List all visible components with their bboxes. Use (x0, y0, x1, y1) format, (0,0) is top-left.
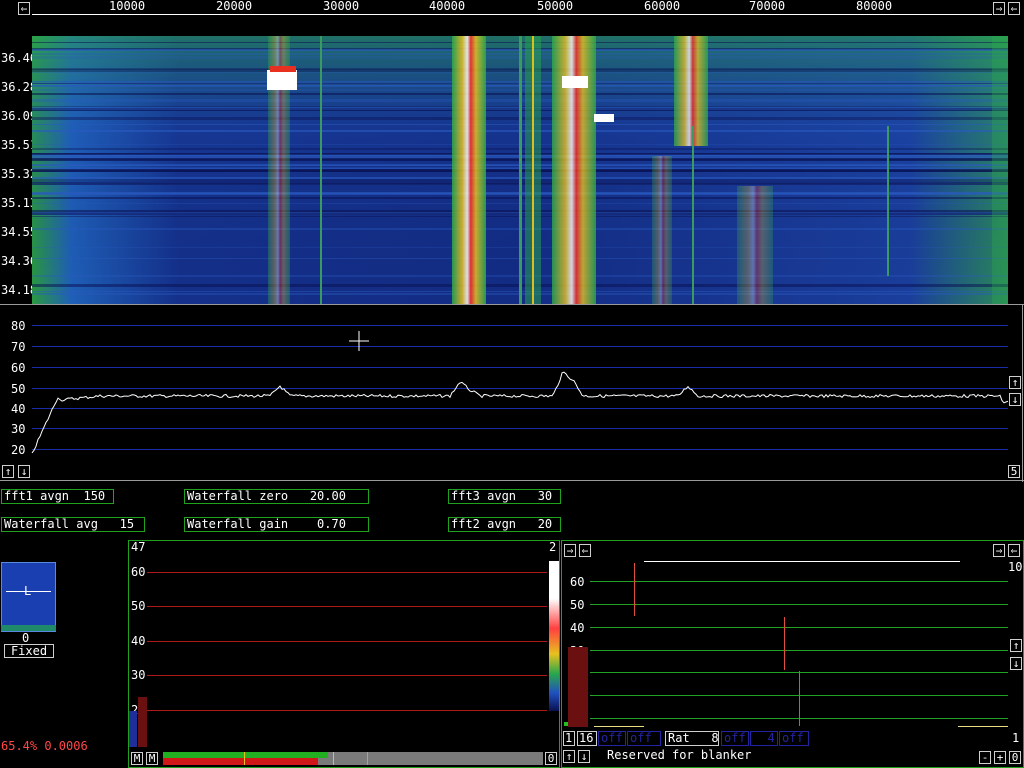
waterfall-avg-field[interactable]: Waterfall avg 15 (1, 517, 145, 532)
freq-tick: 20000 (216, 0, 253, 13)
baseband-level-bar-blue (129, 711, 137, 747)
s-meter-letter: L (24, 584, 32, 598)
hires-y-tick: 60 (570, 575, 585, 589)
hires-cell-rat[interactable]: Rat 8 (665, 731, 719, 746)
hires-cell-1[interactable]: 1 (563, 731, 575, 746)
spectrum-left-up-button[interactable]: ↑ (2, 465, 14, 478)
hires-zero-button[interactable]: 0 (1009, 751, 1021, 764)
spectrum-right-value[interactable]: 5 (1008, 465, 1020, 478)
spectrum-left-down-button[interactable]: ↓ (18, 465, 30, 478)
baseband-y-tick: 40 (131, 634, 146, 648)
frequency-axis: 10000 20000 30000 40000 50000 60000 7000… (32, 0, 992, 16)
scroll-right-button[interactable]: ⇒ (993, 2, 1005, 15)
fft2-avgn-field[interactable]: fft2 avgn 20 (448, 517, 561, 532)
freq-tick: 50000 (537, 0, 574, 13)
waterfall-time-labels: 36.46 36.28 36.09 35.51 35.32 35.13 34.5… (0, 36, 37, 304)
baseband-panel[interactable]: 47 2 60 50 40 30 20 M M 0 (128, 540, 560, 768)
baseband-top-right: 2 (549, 540, 557, 554)
hires-bottom-up[interactable]: ↑ (563, 750, 575, 763)
hires-right-top: 10 (1008, 560, 1023, 574)
hires-right-bottom: 1 (1012, 731, 1020, 745)
hires-minus-button[interactable]: - (979, 751, 991, 764)
waterfall-display[interactable] (32, 36, 1008, 304)
baseband-m-button-1[interactable]: M (131, 752, 143, 765)
hires-left-arrow[interactable]: ⇐ (579, 544, 591, 557)
waterfall-zero-field[interactable]: Waterfall zero 20.00 (184, 489, 369, 504)
hires-y-tick: 50 (570, 598, 585, 612)
spectrum-panel[interactable]: 80 70 60 50 40 30 20 ↑ ↓ ↑ ↓ 5 (0, 304, 1024, 482)
hires-cell-off-4[interactable]: off (779, 731, 809, 746)
baseband-y-tick: 60 (131, 565, 146, 579)
hires-cell-off-3[interactable]: off (721, 731, 749, 746)
color-scale (549, 561, 559, 711)
baseband-level-bar (138, 697, 147, 747)
hires-cell-off-1[interactable]: off (598, 731, 626, 746)
freq-tick: 70000 (749, 0, 786, 13)
baseband-red-bar (163, 758, 318, 765)
baseband-top-left: 47 (131, 540, 146, 554)
cpu-status: 65.4% 0.0006 (1, 739, 88, 753)
baseband-m-button-2[interactable]: M (146, 752, 158, 765)
freq-tick: 30000 (323, 0, 360, 13)
hires-level-bar (568, 647, 588, 727)
fft1-avgn-field[interactable]: fft1 avgn 150 (1, 489, 114, 504)
fixed-mode-button[interactable]: Fixed (4, 644, 54, 658)
fft3-avgn-field[interactable]: fft3 avgn 30 (448, 489, 561, 504)
spectrum-up-button[interactable]: ↑ (1009, 376, 1021, 389)
freq-tick: 40000 (429, 0, 466, 13)
hires-right-arrow-2[interactable]: ⇒ (993, 544, 1005, 557)
freq-tick: 60000 (644, 0, 681, 13)
hires-cell-off-2[interactable]: off (627, 731, 661, 746)
reserved-blanker-label: Reserved for blanker (607, 748, 752, 762)
freq-tick: 10000 (109, 0, 146, 13)
hires-right-arrow[interactable]: ⇒ (564, 544, 576, 557)
hires-left-arrow-2[interactable]: ⇐ (1008, 544, 1020, 557)
hires-up-button[interactable]: ↑ (1010, 639, 1022, 652)
freq-tick: 80000 (856, 0, 893, 13)
hires-down-button[interactable]: ↓ (1010, 657, 1022, 670)
s-meter[interactable]: L (1, 562, 56, 632)
hires-cell-16[interactable]: 16 (577, 731, 597, 746)
hires-bottom-down[interactable]: ↓ (578, 750, 590, 763)
waterfall-gain-field[interactable]: Waterfall gain 0.70 (184, 517, 369, 532)
baseband-y-tick: 50 (131, 599, 146, 613)
scroll-left-button[interactable]: ⇐ (18, 2, 30, 15)
spectrum-down-button[interactable]: ↓ (1009, 393, 1021, 406)
scroll-back-button[interactable]: ⇐ (1008, 2, 1020, 15)
baseband-y-tick: 30 (131, 668, 146, 682)
hires-y-tick: 40 (570, 621, 585, 635)
hires-plus-button[interactable]: + (994, 751, 1006, 764)
baseband-right-value[interactable]: 0 (545, 752, 557, 765)
spectrum-trace (31, 331, 1009, 454)
hires-cell-4[interactable]: 4 (750, 731, 778, 746)
